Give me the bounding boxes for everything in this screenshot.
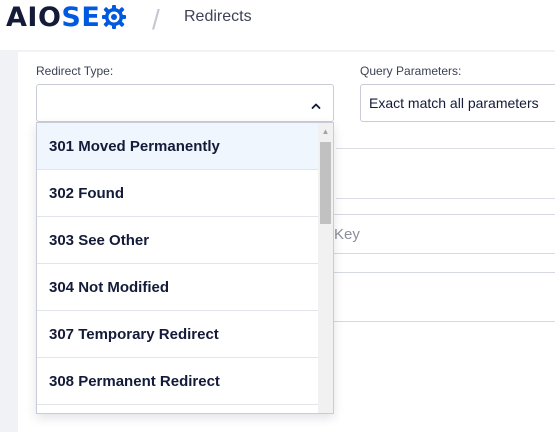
value-input[interactable] [320, 272, 555, 322]
option-308[interactable]: 308 Permanent Redirect [37, 358, 319, 405]
key-input[interactable]: Key [320, 214, 555, 254]
redirect-type-dropdown: 301 Moved Permanently 302 Found 303 See … [36, 122, 334, 414]
key-placeholder: Key [334, 226, 360, 243]
scroll-up-arrow-icon[interactable]: ▲ [318, 123, 333, 140]
query-parameters-value: Exact match all parameters [369, 95, 539, 111]
query-parameters-label: Query Parameters: [360, 64, 462, 78]
option-303[interactable]: 303 See Other [37, 217, 319, 264]
option-307[interactable]: 307 Temporary Redirect [37, 311, 319, 358]
gear-logo-icon [101, 4, 127, 30]
breadcrumb-separator: / [152, 4, 160, 35]
divider [336, 198, 555, 199]
logo-text-se: SE [61, 1, 101, 33]
dropdown-scrollbar[interactable]: ▲ [318, 123, 333, 413]
scrollbar-thumb[interactable] [320, 142, 331, 224]
logo-text-aio: AIO [6, 1, 62, 33]
chevron-up-icon [311, 98, 321, 109]
divider [336, 148, 555, 149]
option-302[interactable]: 302 Found [37, 170, 319, 217]
query-parameters-select[interactable]: Exact match all parameters [360, 84, 555, 122]
redirect-type-label: Redirect Type: [36, 64, 114, 78]
aioseo-logo[interactable]: AIO SE [6, 1, 127, 33]
top-bar: AIO SE / Redirects [0, 0, 555, 50]
page-title: Redirects [184, 8, 252, 25]
option-301[interactable]: 301 Moved Permanently [37, 123, 319, 170]
option-304[interactable]: 304 Not Modified [37, 264, 319, 311]
redirect-type-select[interactable] [36, 84, 334, 122]
